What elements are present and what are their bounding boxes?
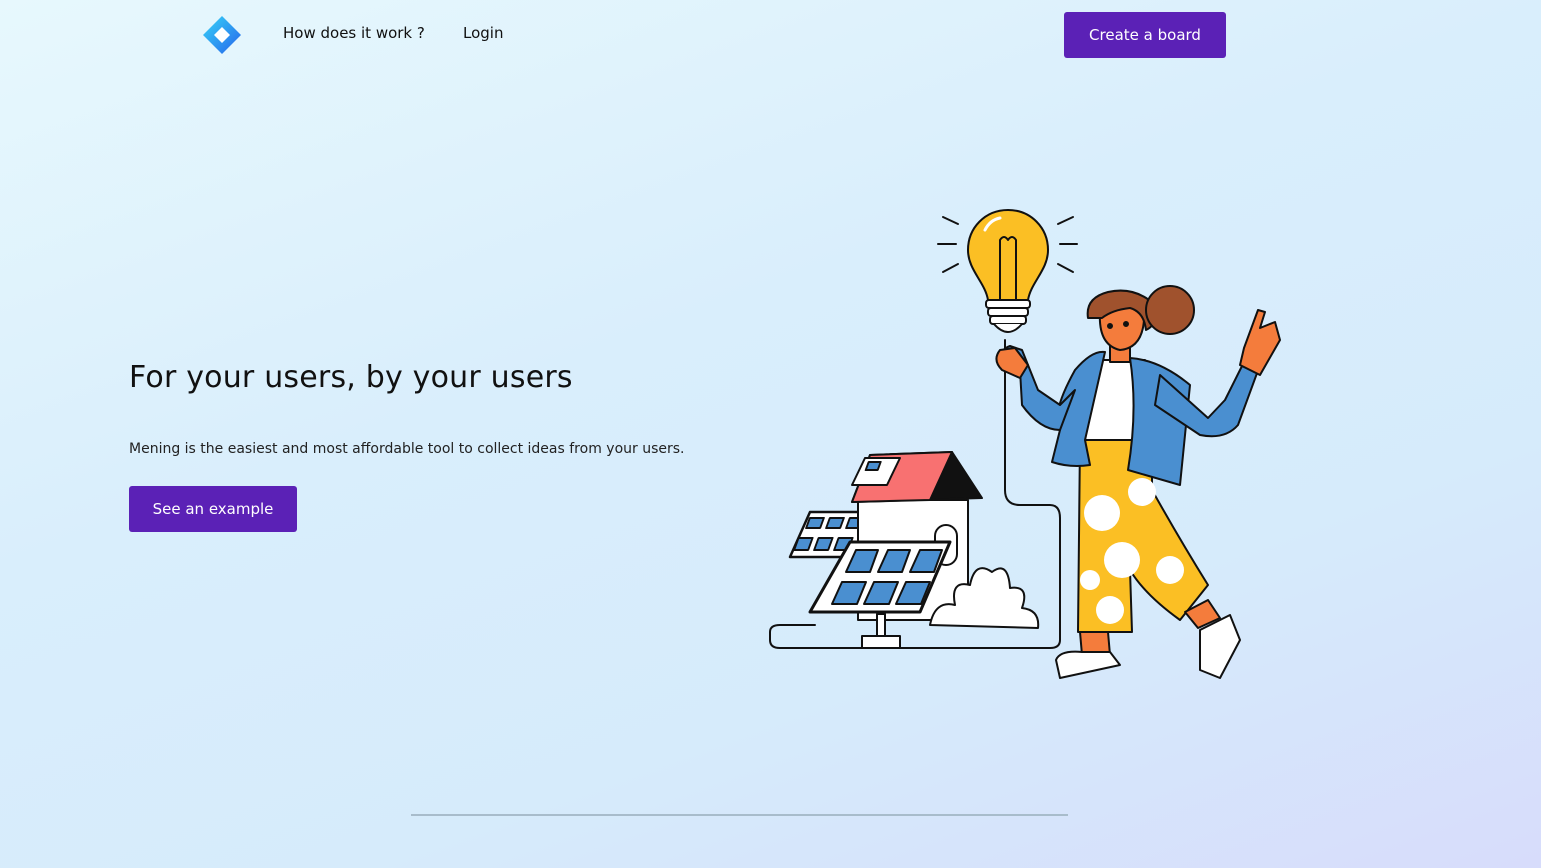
section-divider [411,814,1068,816]
hero-subtitle: Mening is the easiest and most affordabl… [129,441,685,457]
logo-icon[interactable] [201,14,243,56]
see-example-button[interactable]: See an example [129,486,297,532]
nav-link-login[interactable]: Login [463,24,503,42]
hero-title: For your users, by your users [129,360,573,395]
nav-link-how-it-works[interactable]: How does it work ? [283,24,425,42]
hero-illustration [760,200,1300,690]
create-board-button[interactable]: Create a board [1064,12,1226,58]
